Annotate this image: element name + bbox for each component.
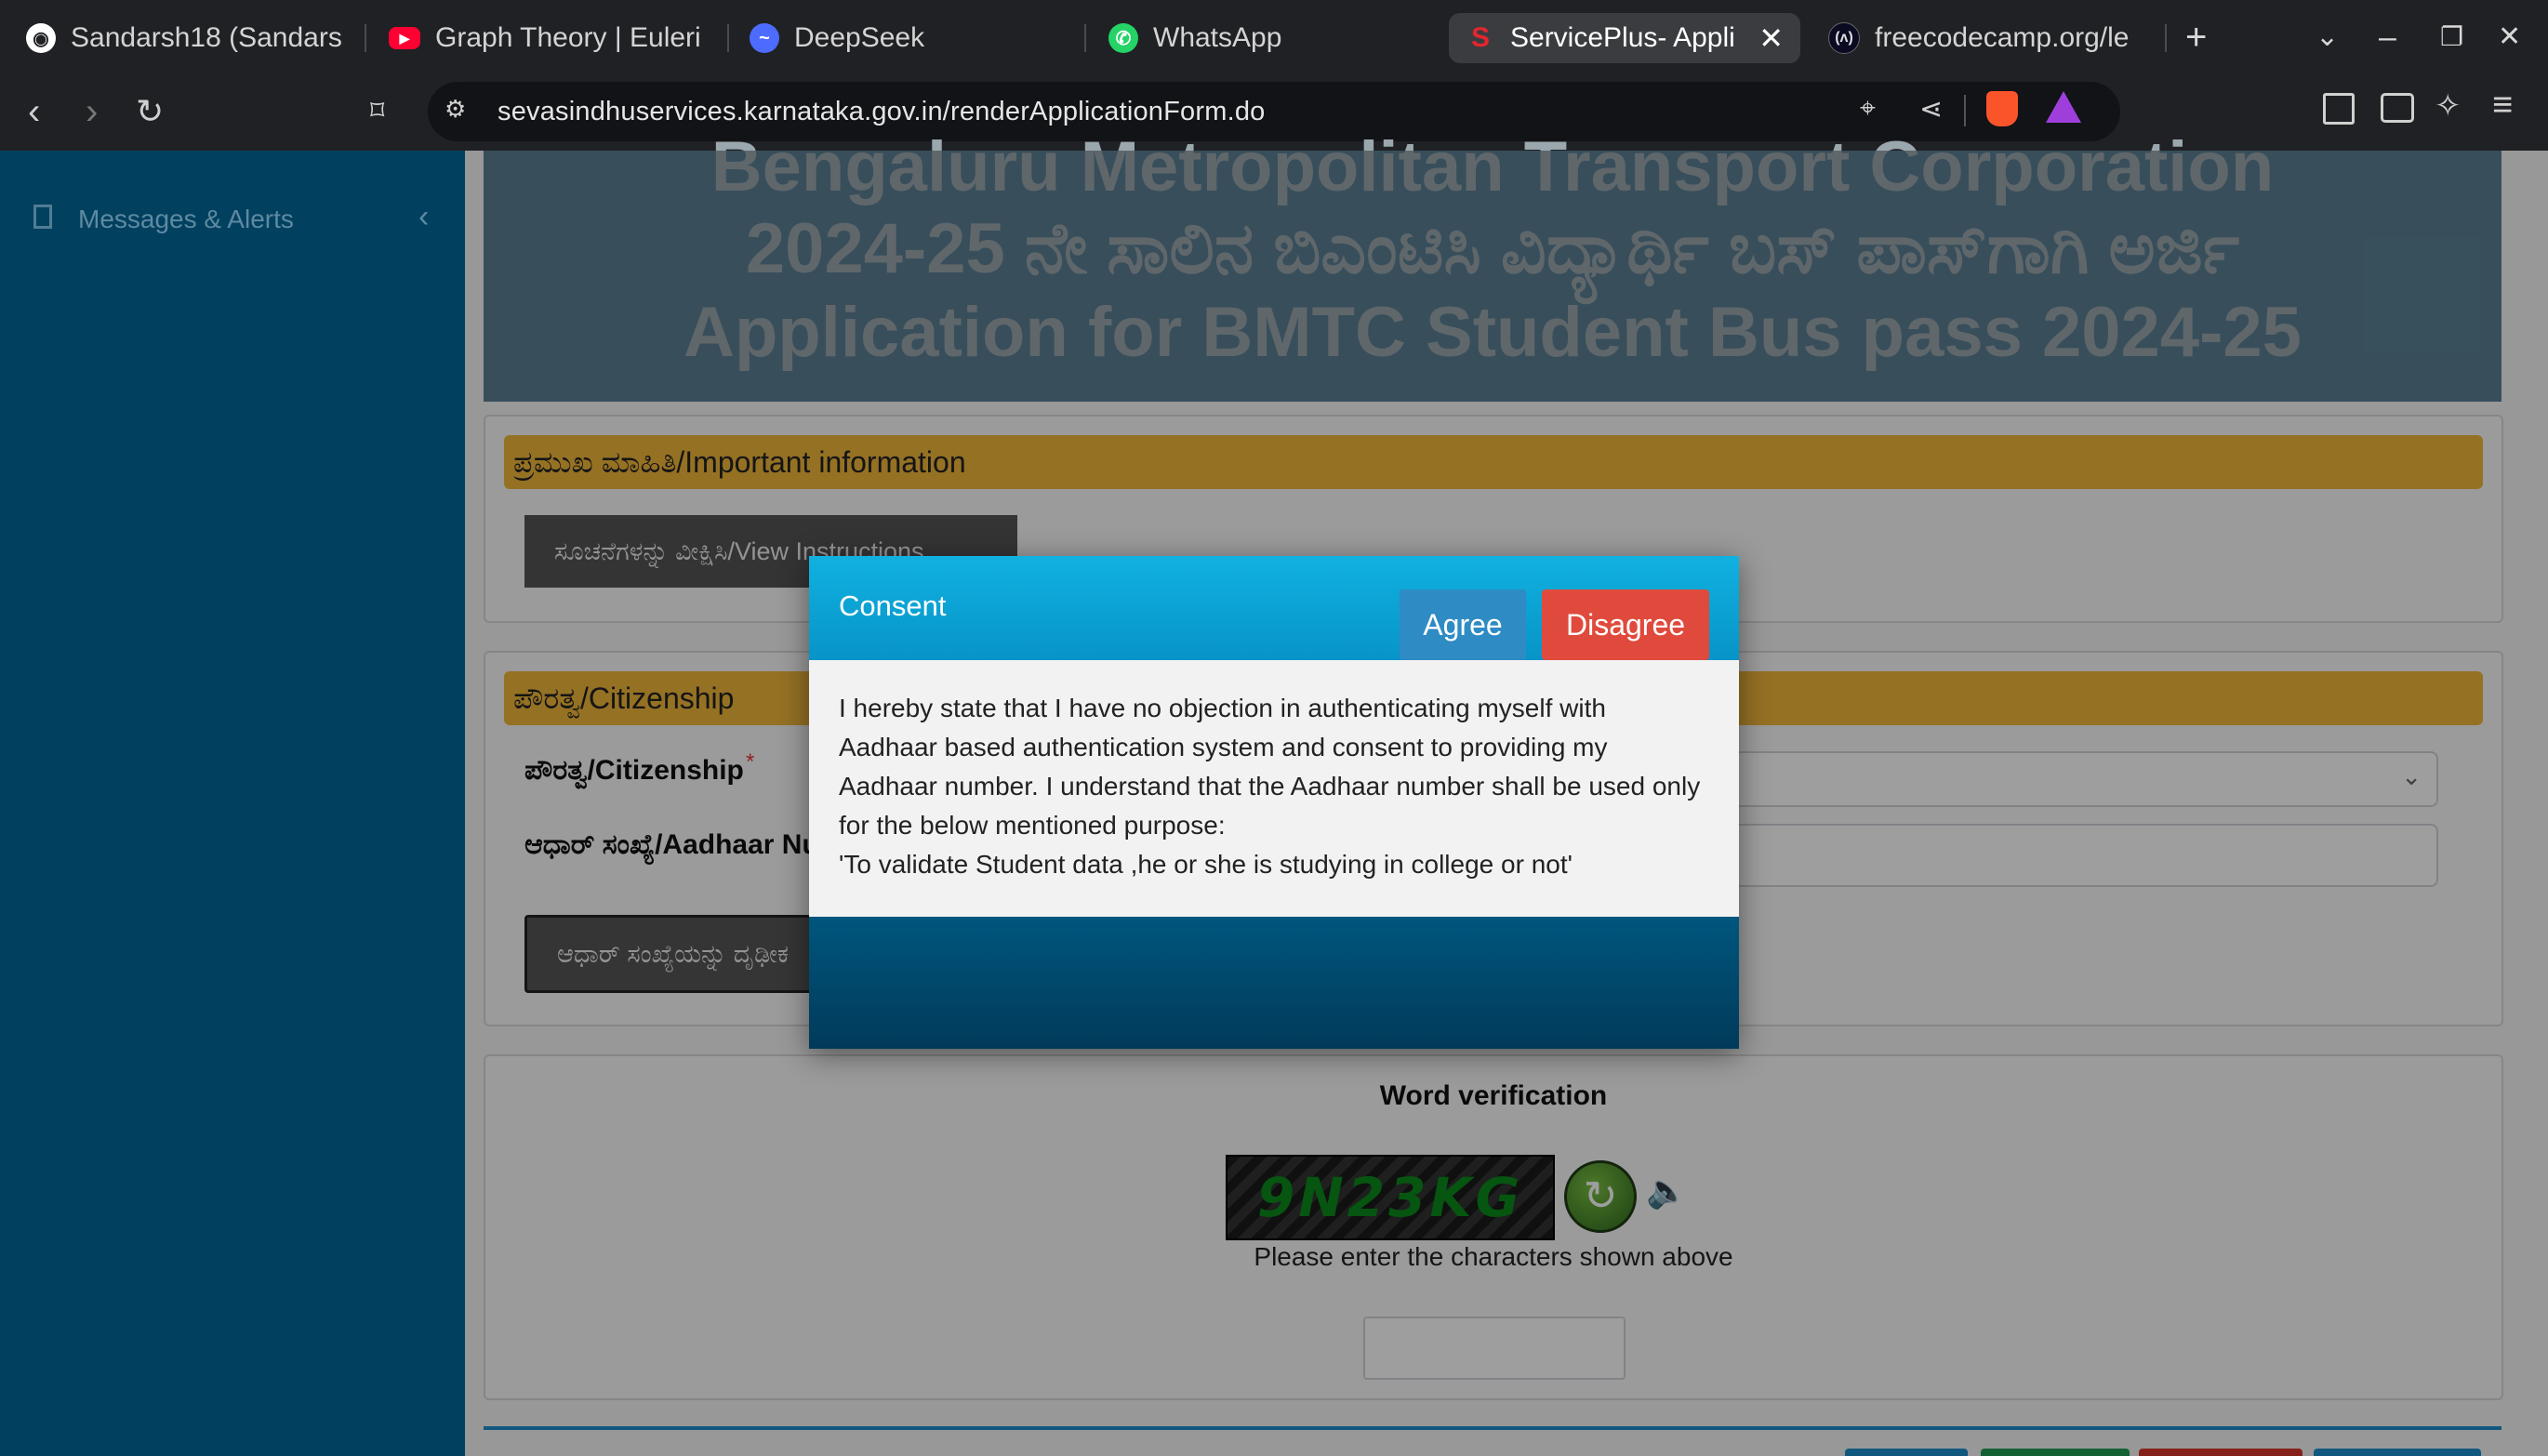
- agree-button[interactable]: Agree: [1400, 589, 1526, 660]
- consent-text-line: Aadhaar based authentication system and …: [839, 733, 1608, 761]
- dialog-title: Consent: [839, 589, 947, 622]
- sidebar: [0, 151, 465, 1456]
- disagree-button[interactable]: Disagree: [1542, 589, 1709, 660]
- tab-title: WhatsApp: [1153, 22, 1282, 53]
- tab-separator: [727, 24, 729, 52]
- site-info-icon[interactable]: ⚙: [445, 95, 466, 124]
- new-tab-icon[interactable]: +: [2185, 17, 2207, 58]
- brave-shields-icon[interactable]: [1986, 91, 2018, 126]
- dialog-body: I hereby state that I have no objection …: [809, 660, 1739, 917]
- restore-icon[interactable]: ❐: [2440, 17, 2463, 58]
- tab-separator: [365, 24, 366, 52]
- consent-text-line: Aadhaar number. I understand that the Aa…: [839, 772, 1701, 801]
- tab-separator: [1084, 24, 1086, 52]
- tab-separator: [2165, 24, 2167, 52]
- freecodecamp-icon: (ʌ): [1828, 22, 1860, 54]
- sidebar-item-messages-alerts[interactable]: Messages & Alerts: [78, 205, 294, 234]
- tab-youtube[interactable]: ▶ Graph Theory | Euleri: [389, 13, 705, 63]
- share-icon[interactable]: ⋖: [1919, 93, 1943, 126]
- tab-title: Graph Theory | Euleri: [435, 22, 701, 53]
- tab-title: Sandarsh18 (Sandarsh: [71, 22, 342, 53]
- reload-icon[interactable]: ↻: [136, 89, 164, 134]
- bookmark-icon[interactable]: ⌑: [370, 89, 384, 134]
- consent-text-line: for the below mentioned purpose:: [839, 811, 1226, 840]
- collapse-chevron-icon[interactable]: ‹: [418, 199, 429, 235]
- tab-title: ServicePlus- Appli: [1510, 22, 1735, 53]
- tab-whatsapp[interactable]: ✆ WhatsApp: [1108, 13, 1425, 63]
- location-off-icon[interactable]: ⌖: [1860, 93, 1876, 125]
- minimize-icon[interactable]: –: [2379, 17, 2396, 58]
- close-tab-icon[interactable]: ✕: [1758, 20, 1784, 56]
- whatsapp-icon: ✆: [1108, 23, 1138, 53]
- back-icon[interactable]: ‹: [28, 89, 40, 134]
- url-text[interactable]: sevasindhuservices.karnataka.gov.in/rend…: [498, 97, 1266, 127]
- tab-github[interactable]: ◉ Sandarsh18 (Sandarsh: [26, 13, 342, 63]
- tab-freecodecamp[interactable]: (ʌ) freecodecamp.org/le: [1828, 13, 2144, 63]
- forward-icon[interactable]: ›: [86, 89, 98, 134]
- sidebar-toggle-icon[interactable]: [2323, 93, 2355, 125]
- dialog-footer: [809, 917, 1739, 1049]
- deepseek-icon: ~: [750, 23, 779, 53]
- hourglass-icon: [33, 205, 52, 229]
- wallet-icon[interactable]: [2381, 93, 2414, 123]
- leo-ai-icon[interactable]: ✧: [2435, 87, 2462, 125]
- serviceplus-icon: S: [1470, 22, 1490, 53]
- tab-title: DeepSeek: [794, 22, 925, 53]
- close-window-icon[interactable]: ✕: [2498, 17, 2521, 58]
- tab-serviceplus[interactable]: S ServicePlus- Appli ✕: [1449, 13, 1800, 63]
- consent-text-line: I hereby state that I have no objection …: [839, 694, 1606, 722]
- tab-title: freecodecamp.org/le: [1875, 22, 2130, 53]
- youtube-icon: ▶: [389, 27, 420, 49]
- consent-text-line: 'To validate Student data ,he or she is …: [839, 850, 1573, 879]
- menu-icon[interactable]: ≡: [2492, 86, 2513, 126]
- brave-rewards-icon[interactable]: [2046, 91, 2081, 123]
- github-icon: ◉: [26, 23, 56, 53]
- tab-list-chevron-icon[interactable]: ⌄: [2316, 17, 2339, 58]
- toolbar-separator: [1964, 95, 1966, 126]
- tab-deepseek[interactable]: ~ DeepSeek: [750, 13, 1066, 63]
